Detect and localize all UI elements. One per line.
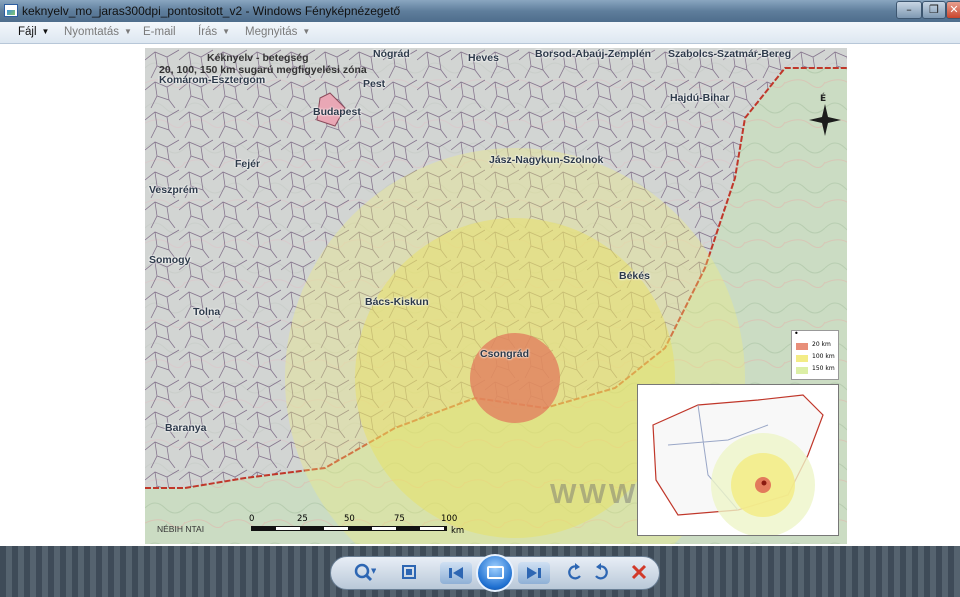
compass-icon: [809, 104, 841, 136]
inset-map-drawing: [652, 394, 824, 535]
chevron-down-icon: ▼: [302, 27, 311, 36]
menu-print-label: Nyomtatás: [64, 26, 119, 38]
county-heves: Heves: [468, 52, 499, 64]
scale-tick-75: 75: [394, 514, 405, 524]
county-jasz: Jász-Nagykun-Szolnok: [489, 154, 604, 166]
county-bekes: Békés: [619, 270, 650, 282]
photo-viewer-app-icon[interactable]: [4, 4, 18, 17]
scale-tick-50: 50: [344, 514, 355, 524]
next-icon-graphic: [527, 567, 541, 579]
slideshow-icon: [487, 566, 504, 579]
menu-file-label: Fájl: [18, 26, 37, 38]
menu-bar: Fájl ▼ Nyomtatás ▼ E-mail Írás ▼ Megnyitás ▼: [0, 22, 960, 44]
county-somogy: Somogy: [149, 254, 191, 266]
county-borsod: Borsod-Abaúj-Zemplén: [535, 48, 652, 60]
county-szabolcs: Szabolcs-Szatmár-Bereg: [668, 48, 792, 60]
scale-tick-25: 25: [297, 514, 308, 524]
window-title: keknyelv_mo_jaras300dpi_pontositott_v2 -…: [22, 4, 401, 18]
county-pest: Pest: [363, 78, 386, 90]
menu-email[interactable]: E-mail: [143, 26, 176, 38]
map-legend: • 20 km 100 km 150 km: [791, 329, 839, 380]
legend-label-100km: 100 km: [812, 353, 835, 360]
scale-bar-graphic: [251, 526, 447, 531]
previous-icon-graphic: [449, 567, 463, 579]
county-fejer: Fejér: [235, 158, 261, 170]
chevron-down-icon: ▼: [41, 27, 50, 36]
previous-icon[interactable]: [440, 562, 472, 584]
delete-icon[interactable]: [630, 562, 648, 586]
menu-burn-label: Írás: [198, 26, 218, 38]
chevron-down-icon: ▼: [222, 27, 231, 36]
displayed-map-image[interactable]: Kéknyelv - betegség 20, 100, 150 km suga…: [145, 48, 847, 544]
slideshow-button[interactable]: [476, 554, 514, 592]
scale-unit: km: [451, 526, 465, 536]
rotate-left-icon[interactable]: [566, 562, 584, 586]
rotate-right-icon[interactable]: [592, 562, 610, 586]
scale-tick-0: 0: [249, 514, 255, 524]
chevron-down-icon: ▼: [123, 27, 132, 36]
close-button[interactable]: ✕: [946, 1, 960, 19]
delete-icon-graphic: [631, 564, 647, 580]
legend-swatch-100km: [796, 355, 808, 362]
title-bar[interactable]: keknyelv_mo_jaras300dpi_pontositott_v2 -…: [0, 0, 960, 22]
legend-label-150km: 150 km: [812, 365, 835, 372]
county-baranya: Baranya: [165, 422, 207, 434]
north-label: É: [820, 94, 827, 104]
maximize-button[interactable]: ❐: [922, 1, 946, 19]
fit-icon-graphic: [402, 565, 416, 579]
inset-map: [637, 384, 839, 536]
north-arrow: É: [809, 94, 841, 136]
county-hajdu: Hajdú-Bihar: [670, 92, 730, 104]
county-veszprem: Veszprém: [149, 184, 199, 196]
legend-label-20km: 20 km: [812, 341, 831, 348]
legend-swatch-150km: [796, 367, 808, 374]
scale-tick-100: 100: [441, 514, 458, 524]
photo-viewer-window: keknyelv_mo_jaras300dpi_pontositott_v2 -…: [0, 0, 960, 597]
county-nograd: Nógrád: [373, 48, 410, 60]
menu-burn[interactable]: Írás ▼: [198, 26, 230, 38]
county-bacs: Bács-Kiskun: [365, 296, 429, 308]
scale-bar: 0 25 50 75 100 km: [249, 514, 465, 536]
search-icon[interactable]: ▼: [354, 563, 377, 587]
county-tolna: Tolna: [193, 306, 221, 318]
legend-swatch-20km: [796, 343, 808, 350]
county-csongrad: Csongrád: [480, 348, 530, 360]
menu-open-label: Megnyitás: [245, 26, 298, 38]
next-icon[interactable]: [518, 562, 550, 584]
minimize-button[interactable]: –: [896, 1, 922, 19]
map-title-line1: Kéknyelv - betegség: [207, 52, 309, 64]
menu-email-label: E-mail: [143, 26, 176, 38]
watermark: WWW: [550, 478, 639, 509]
menu-print[interactable]: Nyomtatás ▼: [64, 26, 132, 38]
legend-header: •: [794, 329, 799, 338]
svg-text:▼: ▼: [371, 567, 376, 575]
county-budapest: Budapest: [313, 106, 361, 118]
county-komarom: Komárom-Esztergom: [159, 74, 266, 86]
fit-icon[interactable]: [400, 563, 418, 585]
map-credit: NÉBIH NTAI: [157, 524, 205, 534]
rotate-left-graphic: [568, 563, 581, 580]
zoom-icon-graphic: ▼: [354, 563, 377, 582]
menu-file[interactable]: Fájl ▼: [18, 26, 49, 38]
menu-open[interactable]: Megnyitás ▼: [245, 26, 310, 38]
rotate-right-graphic: [595, 563, 608, 580]
